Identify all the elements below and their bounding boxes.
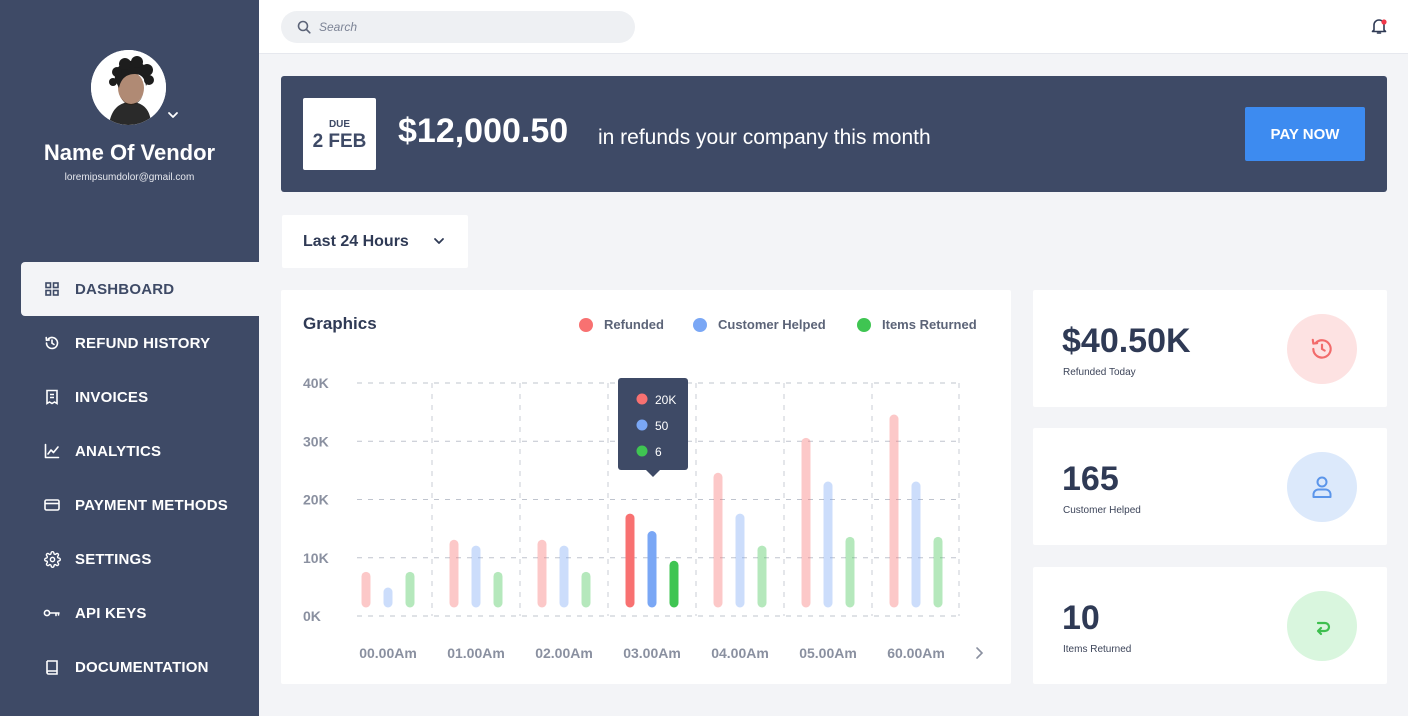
sidebar-item-dashboard[interactable]: DASHBOARD [21,262,259,316]
x-tick-label: 03.00Am [623,645,681,661]
stat-card-customer-helped: 165 Customer Helped [1033,428,1387,545]
tooltip-value: 6 [655,445,662,459]
graphics-chart: 40K 30K 20K 10K 0K 00.00Am 01.00Am 02.00Am 03.00… [303,375,984,661]
sidebar-item-documentation[interactable]: DOCUMENTATION [21,640,259,694]
legend-dot [693,317,707,332]
stat-value: 10 [1062,599,1100,637]
tooltip-dot [636,393,648,405]
legend-customer-helped[interactable]: Customer Helped [693,317,826,332]
stat-label: Items Returned [1063,644,1132,655]
tooltip [618,378,688,470]
x-tick-label: 00.00Am [359,645,417,661]
legend-items-returned[interactable]: Items Returned [857,317,977,332]
y-tick-label: 20K [303,492,329,508]
refund-banner: DUE 2 FEB $12,000.50 in refunds your com… [281,76,1387,192]
analytics-icon [43,442,61,460]
search-icon [297,20,311,34]
return-arrow-icon [1287,591,1357,661]
chevron-down-icon [434,238,444,244]
legend-label: Items Returned [882,317,977,332]
due-label: DUE [328,119,351,130]
notification-bell-icon[interactable] [1370,17,1388,35]
y-tick-label: 40K [303,375,329,391]
stat-label: Refunded Today [1063,367,1136,378]
time-range-select[interactable]: Last 24 Hours [282,215,468,268]
sidebar-item-label: ANALYTICS [75,442,162,460]
chevron-right-icon[interactable] [976,647,984,659]
x-tick-label: 04.00Am [711,645,769,661]
graphics-card: 40K 30K 20K 10K 0K 00.00Am 01.00Am 02.00Am 03.00… [281,290,1011,684]
legend-dot [579,317,593,332]
stat-value: 165 [1062,460,1119,498]
tooltip-value: 50 [655,419,669,433]
stat-card-refunded: $40.50K Refunded Today [1033,290,1387,407]
gear-icon [43,550,61,568]
search-box[interactable] [281,11,635,43]
vendor-name: Name Of Vendor [43,140,216,165]
due-date-badge: DUE 2 FEB [303,98,376,170]
sidebar-item-invoices[interactable]: INVOICES [21,370,259,424]
tooltip-pointer [646,470,660,477]
user-icon [1287,452,1357,522]
stat-value: $40.50K [1062,322,1191,360]
sidebar-item-label: REFUND HISTORY [75,334,211,352]
legend-dot [857,317,871,332]
tooltip-value: 20K [655,393,676,407]
book-icon [43,658,61,676]
pay-now-button[interactable]: PAY NOW [1245,107,1365,161]
history-icon [43,334,61,352]
x-tick-label: 05.00Am [799,645,857,661]
time-range-value: Last 24 Hours [303,232,409,250]
due-date: 2 FEB [312,131,367,152]
vendor-email: loremipsumdolor@gmail.com [64,172,195,183]
legend-label: Refunded [604,317,664,332]
legend-refunded[interactable]: Refunded [579,317,664,332]
search-input[interactable] [319,20,619,34]
sidebar-item-label: DOCUMENTATION [75,658,209,676]
stat-label: Customer Helped [1063,505,1141,516]
top-bar [259,0,1408,54]
invoice-icon [43,388,61,406]
legend-label: Customer Helped [718,317,826,332]
refund-history-icon [1287,314,1357,384]
y-tick-label: 10K [303,550,329,566]
sidebar-item-label: DASHBOARD [75,280,175,298]
x-tick-label: 60.00Am [887,645,945,661]
key-icon [43,604,61,622]
sidebar-item-payment-methods[interactable]: PAYMENT METHODS [21,478,259,532]
sidebar-item-analytics[interactable]: ANALYTICS [21,424,259,478]
chevron-down-icon[interactable] [166,108,180,122]
sidebar-item-label: API KEYS [75,604,147,622]
tooltip-dot [636,445,648,457]
sidebar-item-label: SETTINGS [75,550,152,568]
sidebar: Name Of Vendor loremipsumdolor@gmail.com… [0,0,259,716]
sidebar-nav: DASHBOARD REFUND HISTORY INVOICES ANALYT… [21,262,259,694]
y-tick-label: 0K [303,608,321,624]
sidebar-item-label: PAYMENT METHODS [75,496,229,514]
sidebar-item-label: INVOICES [75,388,149,406]
refund-amount: $12,000.50 [398,112,569,150]
y-tick-label: 30K [303,433,329,449]
refund-description: in refunds your company this month [598,126,931,149]
card-icon [43,496,61,514]
stat-card-items-returned: 10 Items Returned [1033,567,1387,684]
vendor-portrait-icon [91,50,166,125]
sidebar-item-settings[interactable]: SETTINGS [21,532,259,586]
grid-icon [43,280,61,298]
x-tick-label: 02.00Am [535,645,593,661]
sidebar-item-refund-history[interactable]: REFUND HISTORY [21,316,259,370]
chart-title: Graphics [303,314,377,333]
sidebar-item-api-keys[interactable]: API KEYS [21,586,259,640]
x-tick-label: 01.00Am [447,645,505,661]
tooltip-dot [636,419,648,431]
avatar[interactable] [91,50,166,125]
